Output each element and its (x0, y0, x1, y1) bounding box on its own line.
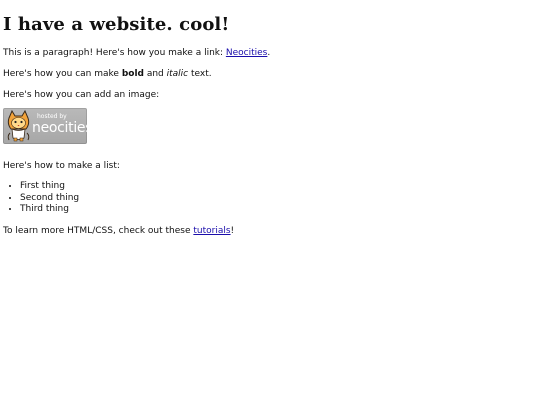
page-title: I have a website. cool! (3, 14, 230, 35)
paragraph-text: This is a paragraph! Here's how you make… (3, 48, 226, 58)
paragraph-end: . (267, 48, 271, 58)
italic-text: italic (166, 69, 189, 79)
neocities-link[interactable]: Neocities (226, 48, 267, 58)
paragraph-link: This is a paragraph! Here's how you make… (3, 47, 537, 59)
formatting-text-start: Here's how you can make (3, 69, 122, 79)
badge-brand-text: neocities (32, 120, 93, 136)
page-content: I have a website. cool! This is a paragr… (0, 0, 540, 237)
paragraph-image: Here's how you can add an image: (3, 90, 160, 100)
neocities-cat-icon (7, 109, 30, 142)
paragraph-list-intro: Here's how to make a list: (3, 161, 120, 171)
list-item: Third thing (20, 204, 537, 216)
tutorials-link[interactable]: tutorials (193, 226, 230, 236)
paragraph-formatting: Here's how you can make bold and italic … (3, 68, 537, 80)
list-item: First thing (20, 181, 537, 193)
paragraph-tutorials: To learn more HTML/CSS, check out these … (3, 225, 537, 237)
formatting-text-middle: and (143, 69, 167, 79)
bullet-list: First thing Second thing Third thing (3, 181, 537, 216)
neocities-badge-image: hosted by neocities (3, 108, 93, 144)
formatting-text-end: text. (188, 69, 212, 79)
tutorials-text: To learn more HTML/CSS, check out these (3, 225, 194, 236)
tutorials-end: ! (230, 225, 235, 236)
bold-text: bold (121, 69, 144, 79)
list-item: Second thing (20, 193, 537, 205)
